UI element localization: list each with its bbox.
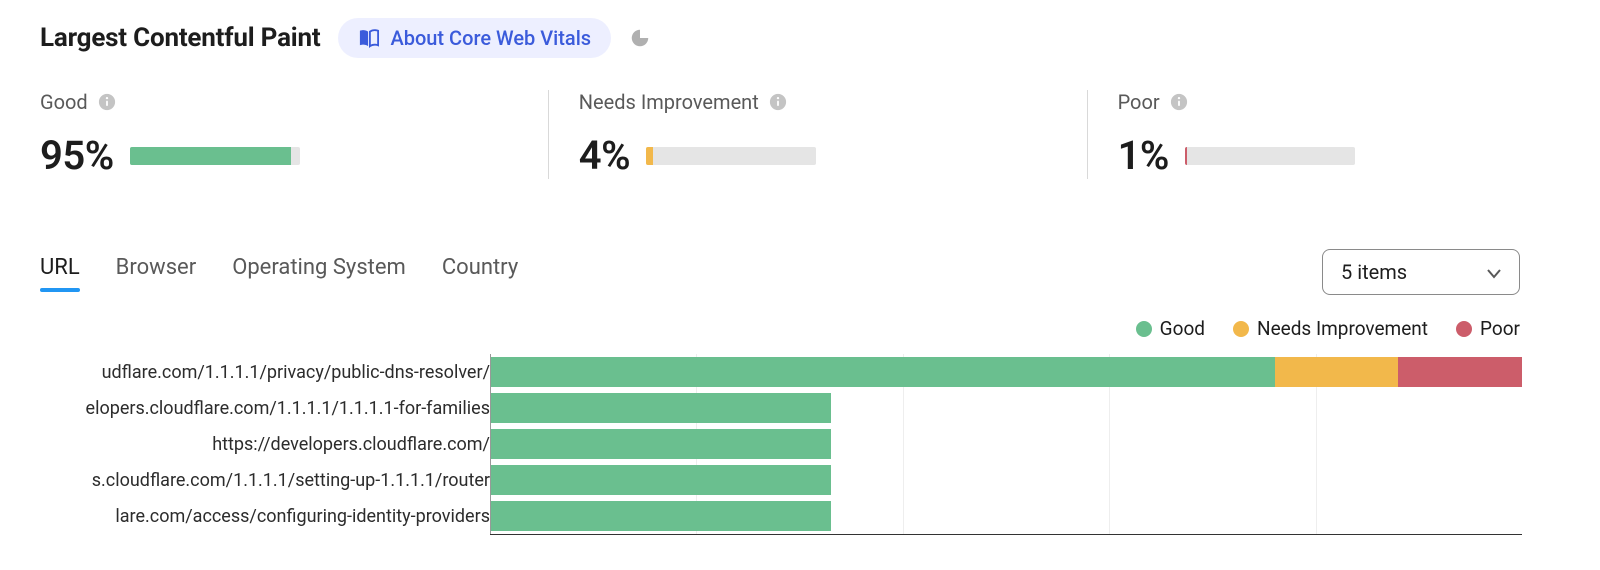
- metric-mini-bar-fill: [1185, 147, 1187, 165]
- metric-label-text: Needs Improvement: [579, 90, 759, 114]
- url-chart-bar-segment: [491, 465, 831, 495]
- url-chart-bar: [491, 501, 831, 531]
- metric-needs-improvement: Needs Improvement 4%: [548, 90, 1087, 179]
- url-chart-bar-area: [490, 390, 1522, 426]
- url-chart-bar: [491, 357, 1522, 387]
- metric-value: 4%: [579, 132, 630, 179]
- url-chart-label: lare.com/access/configuring-identity-pro…: [40, 498, 490, 534]
- metric-mini-bar-fill: [646, 147, 653, 165]
- caret-down-icon: [1487, 260, 1501, 284]
- url-chart-bar-segment: [1398, 357, 1522, 387]
- legend-good: Good: [1136, 317, 1205, 340]
- legend-poor: Poor: [1456, 317, 1520, 340]
- metric-value-row: 1%: [1118, 132, 1540, 179]
- legend-dot: [1456, 321, 1472, 337]
- url-chart-bar: [491, 393, 831, 423]
- about-link-label: About Core Web Vitals: [390, 26, 591, 50]
- controls-row: URL Browser Operating System Country 5 i…: [40, 249, 1600, 295]
- url-chart-bar-segment: [491, 501, 831, 531]
- info-icon[interactable]: [769, 93, 787, 111]
- legend: Good Needs Improvement Poor: [40, 317, 1600, 340]
- about-core-web-vitals-link[interactable]: About Core Web Vitals: [338, 18, 611, 58]
- url-chart-row: udflare.com/1.1.1.1/privacy/public-dns-r…: [40, 354, 1522, 390]
- metric-label: Poor: [1118, 90, 1540, 114]
- book-icon: [358, 28, 380, 48]
- url-chart-bar: [491, 465, 831, 495]
- url-chart-bar-segment: [491, 357, 1275, 387]
- header-row: Largest Contentful Paint About Core Web …: [40, 18, 1600, 58]
- metric-label: Needs Improvement: [579, 90, 1027, 114]
- url-chart-bar-segment: [491, 393, 831, 423]
- url-chart-row: lare.com/access/configuring-identity-pro…: [40, 498, 1522, 534]
- legend-dot: [1233, 321, 1249, 337]
- url-chart-label: elopers.cloudflare.com/1.1.1.1/1.1.1.1-f…: [40, 390, 490, 426]
- legend-dot: [1136, 321, 1152, 337]
- url-chart-axis: [490, 534, 1522, 535]
- metric-mini-bar: [1185, 147, 1355, 165]
- url-chart-bar-area: [490, 462, 1522, 498]
- tab-operating-system[interactable]: Operating System: [232, 255, 406, 290]
- info-icon[interactable]: [1170, 93, 1188, 111]
- url-chart-bar-area: [490, 498, 1522, 534]
- url-chart-label: https://developers.cloudflare.com/: [40, 426, 490, 462]
- metric-label: Good: [40, 90, 488, 114]
- metric-label-text: Good: [40, 90, 88, 114]
- metric-mini-bar: [646, 147, 816, 165]
- url-chart-row: https://developers.cloudflare.com/: [40, 426, 1522, 462]
- metric-good: Good 95%: [40, 90, 548, 179]
- metrics-row: Good 95% Needs Improvement 4%: [40, 90, 1600, 179]
- tabs: URL Browser Operating System Country: [40, 255, 518, 290]
- legend-needs-improvement: Needs Improvement: [1233, 317, 1428, 340]
- metric-mini-bar-fill: [130, 147, 292, 165]
- url-chart-bar-area: [490, 354, 1522, 390]
- metric-value-row: 4%: [579, 132, 1027, 179]
- legend-label: Needs Improvement: [1257, 317, 1428, 340]
- legend-label: Poor: [1480, 317, 1520, 340]
- url-chart-row: elopers.cloudflare.com/1.1.1.1/1.1.1.1-f…: [40, 390, 1522, 426]
- url-chart-label: s.cloudflare.com/1.1.1.1/setting-up-1.1.…: [40, 462, 490, 498]
- metric-value: 95%: [40, 132, 114, 179]
- metric-value-row: 95%: [40, 132, 488, 179]
- page-title: Largest Contentful Paint: [40, 23, 320, 53]
- url-chart-bar-area: [490, 426, 1522, 462]
- url-chart-bar-segment: [1275, 357, 1399, 387]
- metric-label-text: Poor: [1118, 90, 1160, 114]
- legend-label: Good: [1160, 317, 1205, 340]
- url-chart: udflare.com/1.1.1.1/privacy/public-dns-r…: [40, 354, 1600, 535]
- lcp-panel: Largest Contentful Paint About Core Web …: [0, 0, 1600, 570]
- chart-toggle-icon[interactable]: [629, 27, 651, 49]
- tab-browser[interactable]: Browser: [116, 255, 197, 290]
- url-chart-bar-segment: [491, 429, 831, 459]
- metric-mini-bar: [130, 147, 300, 165]
- metric-value: 1%: [1118, 132, 1169, 179]
- url-chart-row: s.cloudflare.com/1.1.1.1/setting-up-1.1.…: [40, 462, 1522, 498]
- metric-poor: Poor 1%: [1087, 90, 1600, 179]
- url-chart-label: udflare.com/1.1.1.1/privacy/public-dns-r…: [40, 354, 490, 390]
- tab-country[interactable]: Country: [442, 255, 518, 290]
- items-select[interactable]: 5 items: [1322, 249, 1520, 295]
- items-select-label: 5 items: [1341, 260, 1407, 284]
- tab-url[interactable]: URL: [40, 255, 80, 290]
- info-icon[interactable]: [98, 93, 116, 111]
- url-chart-bar: [491, 429, 831, 459]
